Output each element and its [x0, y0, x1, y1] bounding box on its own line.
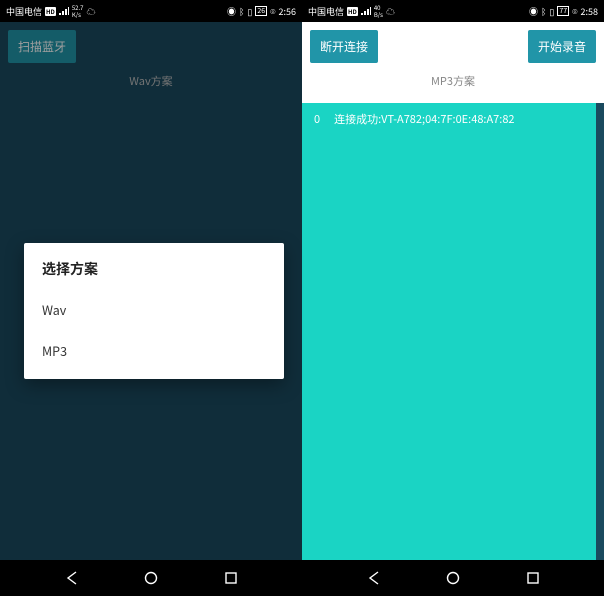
cloud-icon: ☁ — [386, 5, 395, 18]
back-icon[interactable] — [64, 570, 80, 586]
home-icon[interactable] — [445, 570, 461, 586]
log-row: 0 连接成功:VT-A782;04:7F:0E:48:A7:82 — [304, 103, 594, 135]
home-icon[interactable] — [143, 570, 159, 586]
disconnect-button[interactable]: 断开连接 — [310, 30, 378, 63]
eye-icon: ◉ — [529, 5, 538, 18]
status-bar: 中国电信 HD 40B/s ☁ ◉ ᛒ ▯ 77 ⌾ 2:58 — [302, 0, 604, 22]
alarm-icon: ⌾ — [270, 5, 275, 18]
dialog-option-mp3[interactable]: MP3 — [42, 330, 266, 371]
clock-label: 2:56 — [279, 5, 297, 18]
recent-icon[interactable] — [525, 570, 541, 586]
hd-icon: HD — [347, 7, 358, 16]
carrier-label: 中国电信 — [6, 5, 42, 18]
signal-icon — [361, 7, 371, 15]
dialog-option-wav[interactable]: Wav — [42, 289, 266, 330]
nav-bar — [302, 560, 604, 596]
recent-icon[interactable] — [223, 570, 239, 586]
bluetooth-icon: ᛒ — [541, 5, 546, 18]
eye-icon: ◉ — [227, 5, 236, 18]
alarm-icon: ⌾ — [572, 5, 577, 18]
vibrate-icon: ▯ — [549, 5, 554, 18]
signal-icon — [59, 7, 69, 15]
cloud-icon: ☁ — [87, 5, 96, 18]
scan-bluetooth-button[interactable]: 扫描蓝牙 — [8, 30, 76, 63]
hd-icon: HD — [45, 7, 56, 16]
start-record-button[interactable]: 开始录音 — [528, 30, 596, 63]
net-speed: 52.7K/s — [72, 4, 84, 18]
log-index: 0 — [314, 111, 320, 127]
status-bar: 中国电信 HD 52.7K/s ☁ ◉ ᛒ ▯ 26 ⌾ 2:56 — [0, 0, 302, 22]
vibrate-icon: ▯ — [247, 5, 252, 18]
log-message: 连接成功:VT-A782;04:7F:0E:48:A7:82 — [334, 111, 514, 127]
nav-bar — [0, 560, 302, 596]
bluetooth-icon: ᛒ — [239, 5, 244, 18]
carrier-label: 中国电信 — [308, 5, 344, 18]
select-plan-dialog: 选择方案 Wav MP3 — [24, 243, 284, 379]
plan-label: Wav方案 — [8, 63, 294, 95]
plan-label: MP3方案 — [310, 63, 596, 95]
net-speed: 40B/s — [374, 4, 383, 18]
clock-label: 2:58 — [581, 5, 599, 18]
log-area: 0 连接成功:VT-A782;04:7F:0E:48:A7:82 — [302, 103, 604, 560]
battery-icon: 77 — [557, 6, 569, 16]
dialog-title: 选择方案 — [42, 259, 266, 279]
back-icon[interactable] — [366, 570, 382, 586]
battery-icon: 26 — [255, 6, 267, 16]
